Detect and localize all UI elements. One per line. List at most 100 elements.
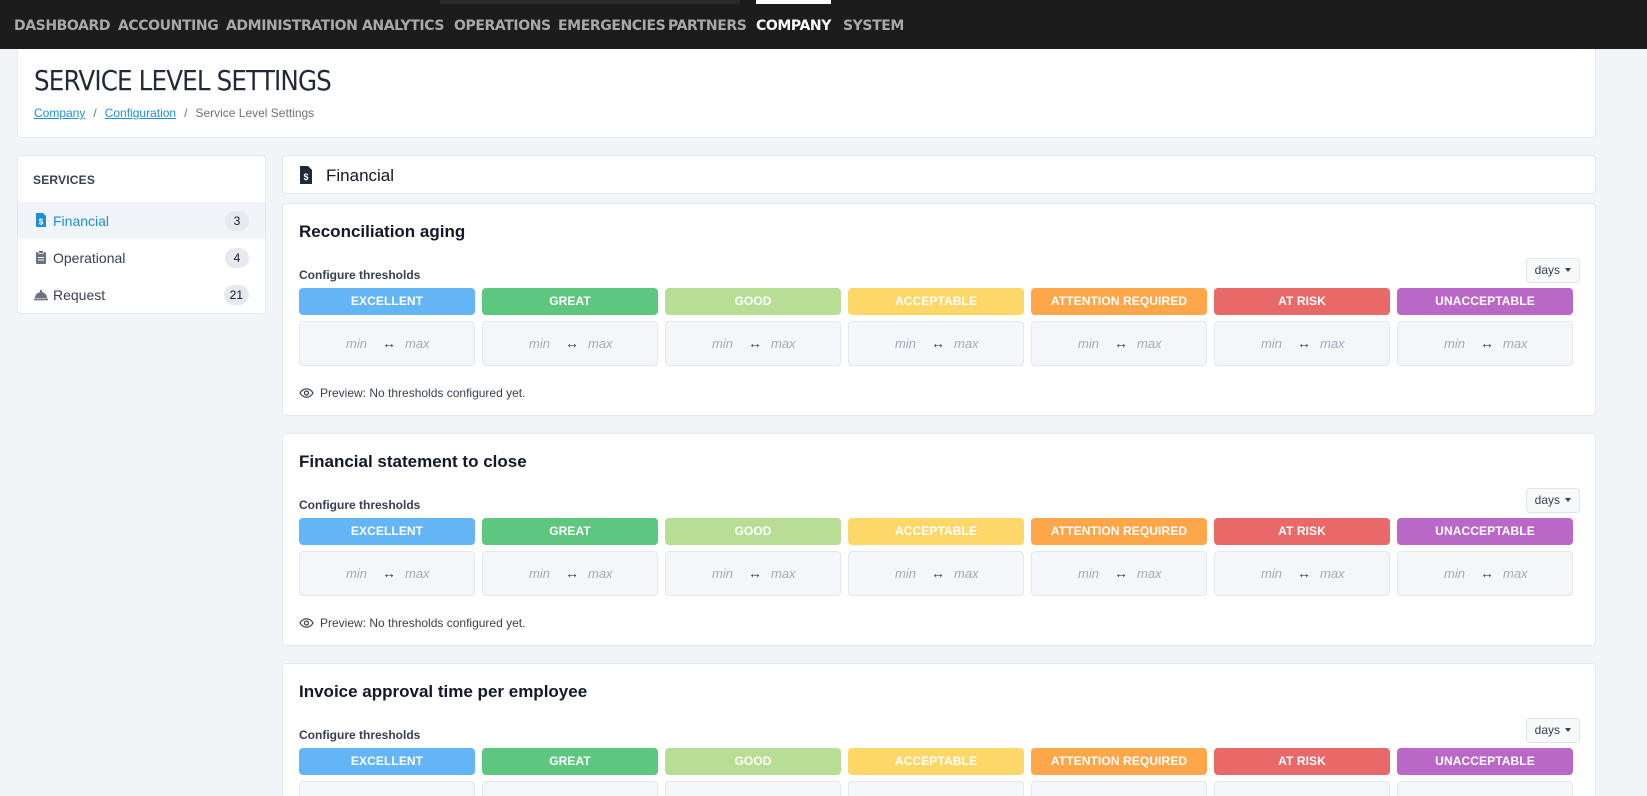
max-input[interactable]: max xyxy=(1503,566,1528,581)
nav-partners[interactable]: PARTNERS xyxy=(668,0,747,49)
max-input[interactable]: max xyxy=(954,566,979,581)
min-input[interactable]: min xyxy=(529,336,550,351)
nav-system[interactable]: SYSTEM xyxy=(843,0,904,49)
threshold-range-excellent[interactable]: min ↔ max xyxy=(299,551,475,596)
max-input[interactable]: max xyxy=(588,336,613,351)
left-right-arrow-icon: ↔ xyxy=(1480,335,1494,351)
threshold-range-acceptable[interactable]: min↔max xyxy=(848,781,1024,796)
threshold-range-unacceptable[interactable]: min ↔ max xyxy=(1397,321,1573,366)
unit-dropdown[interactable]: days xyxy=(1525,718,1580,743)
eye-icon xyxy=(299,618,314,628)
sidebar-item-request[interactable]: Request 21 xyxy=(18,276,265,313)
svg-text:$: $ xyxy=(303,172,308,182)
tier-label-great: GREAT xyxy=(482,518,658,545)
threshold-preview: Preview: No thresholds configured yet. xyxy=(299,386,525,400)
max-input[interactable]: max xyxy=(405,336,430,351)
configure-thresholds-label: Configure thresholds xyxy=(299,268,421,282)
threshold-range-excellent[interactable]: min↔max xyxy=(299,781,475,796)
threshold-range-attention-required[interactable]: min↔max xyxy=(1031,551,1207,596)
file-invoice-dollar-icon: $ xyxy=(36,213,46,227)
threshold-range-unacceptable[interactable]: min↔max xyxy=(1397,781,1573,796)
tier-label-attention-required: ATTENTION REQUIRED xyxy=(1031,748,1207,775)
count-badge: 4 xyxy=(225,248,249,268)
min-input[interactable]: min xyxy=(895,336,916,351)
threshold-range-at-risk[interactable]: min↔max xyxy=(1214,551,1390,596)
unit-dropdown[interactable]: days xyxy=(1525,488,1580,513)
tier-label-good: GOOD xyxy=(665,288,841,315)
max-input[interactable]: max xyxy=(1320,566,1345,581)
count-badge: 3 xyxy=(225,211,249,231)
sidebar-item-label: Operational xyxy=(53,250,126,266)
sidebar-title: SERVICES xyxy=(33,173,96,187)
threshold-range-great[interactable]: min↔max xyxy=(482,781,658,796)
max-input[interactable]: max xyxy=(954,336,979,351)
min-input[interactable]: min xyxy=(346,336,367,351)
threshold-range-attention-required[interactable]: min↔max xyxy=(1031,321,1207,366)
tier-label-excellent: EXCELLENT xyxy=(299,518,475,545)
sidebar-item-financial[interactable]: $ Financial 3 xyxy=(18,202,265,239)
nav-emergencies[interactable]: EMERGENCIES xyxy=(558,0,666,49)
nav-accounting[interactable]: ACCOUNTING xyxy=(118,0,219,49)
nav-analytics[interactable]: ANALYTICS xyxy=(362,0,444,49)
threshold-range-great[interactable]: min ↔ max xyxy=(482,321,658,366)
min-input[interactable]: min xyxy=(712,336,733,351)
unit-value: days xyxy=(1534,493,1560,507)
breadcrumb-configuration[interactable]: Configuration xyxy=(105,106,176,120)
min-input[interactable]: min xyxy=(529,566,550,581)
min-input[interactable]: min xyxy=(1078,336,1099,351)
max-input[interactable]: max xyxy=(771,336,796,351)
card-title: Reconciliation aging xyxy=(299,222,466,241)
tier-label-acceptable: ACCEPTABLE xyxy=(848,288,1024,315)
tier-label-good: GOOD xyxy=(665,748,841,775)
left-right-arrow-icon: ↔ xyxy=(1297,335,1311,351)
tier-label-at-risk: AT RISK xyxy=(1214,518,1390,545)
min-input[interactable]: min xyxy=(1078,566,1099,581)
threshold-range-great[interactable]: min↔max xyxy=(482,551,658,596)
sidebar-item-operational[interactable]: Operational 4 xyxy=(18,239,265,276)
left-right-arrow-icon: ↔ xyxy=(382,565,396,581)
max-input[interactable]: max xyxy=(405,566,430,581)
threshold-range-excellent[interactable]: min↔max xyxy=(299,321,475,366)
sidebar-item-label: Financial xyxy=(53,213,110,229)
min-input[interactable]: min xyxy=(1444,566,1465,581)
min-input[interactable]: min xyxy=(1261,566,1282,581)
card-title: Invoice approval time per employee xyxy=(299,682,588,701)
nav-company[interactable]: COMPANY xyxy=(756,0,831,49)
tier-label-unacceptable: UNACCEPTABLE xyxy=(1397,288,1573,315)
min-input[interactable]: min xyxy=(1261,336,1282,351)
page-header: SERVICE LEVEL SETTINGS Company / Configura… xyxy=(17,49,1596,138)
breadcrumb-company[interactable]: Company xyxy=(34,106,85,120)
threshold-range-good[interactable]: min↔max xyxy=(665,551,841,596)
nav-administration[interactable]: ADMINISTRATION xyxy=(226,0,358,49)
threshold-range-good[interactable]: min↔max xyxy=(665,781,841,796)
tier-label-acceptable: ACCEPTABLE xyxy=(848,518,1024,545)
threshold-range-attention-required[interactable]: min↔max xyxy=(1031,781,1207,796)
tier-label-excellent: EXCELLENT xyxy=(299,748,475,775)
unit-dropdown[interactable]: days xyxy=(1525,258,1580,283)
min-input[interactable]: min xyxy=(346,566,367,581)
max-input[interactable]: max xyxy=(1503,336,1528,351)
threshold-range-at-risk[interactable]: min↔max xyxy=(1214,781,1390,796)
max-input[interactable]: max xyxy=(1137,336,1162,351)
threshold-range-unacceptable[interactable]: min↔max xyxy=(1397,551,1573,596)
breadcrumb-separator: / xyxy=(93,106,97,120)
threshold-range-acceptable[interactable]: min↔max xyxy=(848,551,1024,596)
max-input[interactable]: max xyxy=(771,566,796,581)
max-input[interactable]: max xyxy=(588,566,613,581)
min-input[interactable]: min xyxy=(895,566,916,581)
nav-operations[interactable]: OPERATIONS xyxy=(454,0,551,49)
breadcrumb-current: Service Level Settings xyxy=(195,106,315,120)
max-input[interactable]: max xyxy=(1137,566,1162,581)
min-input[interactable]: min xyxy=(1444,336,1465,351)
threshold-range-at-risk[interactable]: min ↔ max xyxy=(1214,321,1390,366)
caret-down-icon xyxy=(1565,268,1571,272)
tier-label-excellent: EXCELLENT xyxy=(299,288,475,315)
nav-dashboard[interactable]: DASHBOARD xyxy=(14,0,110,49)
threshold-preview: Preview: No thresholds configured yet. xyxy=(299,616,525,630)
threshold-range-acceptable[interactable]: min↔max xyxy=(848,321,1024,366)
min-input[interactable]: min xyxy=(712,566,733,581)
max-input[interactable]: max xyxy=(1320,336,1345,351)
services-sidebar: SERVICES $ Financial 3 Operational 4 Req… xyxy=(17,155,266,314)
left-right-arrow-icon: ↔ xyxy=(565,335,579,351)
threshold-range-good[interactable]: min↔max xyxy=(665,321,841,366)
